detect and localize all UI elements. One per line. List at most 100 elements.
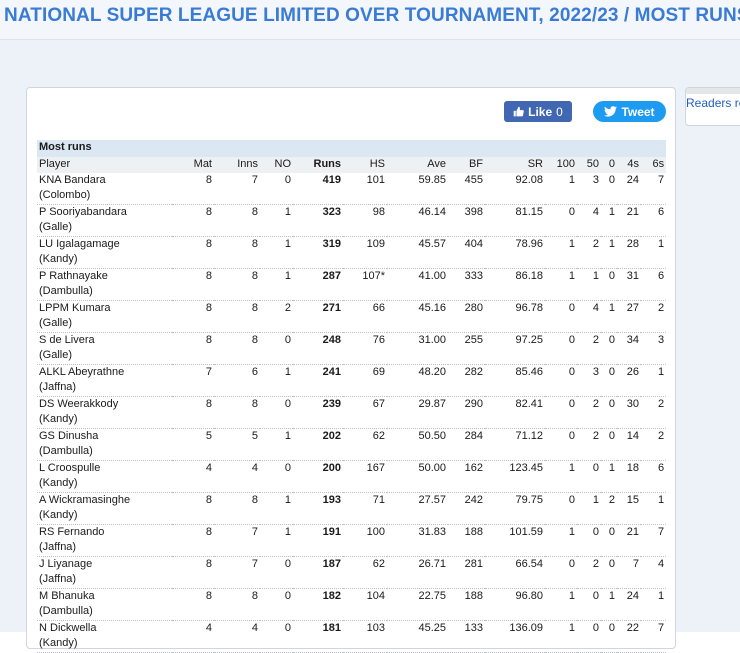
header-inns[interactable]: Inns	[214, 157, 260, 173]
header-runs[interactable]: Runs	[293, 157, 343, 173]
player-team: (Dambulla)	[39, 605, 93, 617]
stat-inns: 8	[214, 236, 260, 269]
player-cell: N Dickwella (Kandy)	[37, 620, 172, 653]
stat-fifties: 4	[577, 204, 601, 237]
header-player[interactable]: Player	[37, 157, 172, 173]
tweet-button[interactable]: Tweet	[593, 101, 666, 122]
stat-sr: 71.12	[485, 428, 545, 461]
stat-sixes: 6	[641, 268, 667, 301]
table-row: DS Weerakkody (Kandy) 8 8 0 239 67 29.87 290 82.4…	[37, 396, 667, 429]
table-row: A Wickramasinghe (Kandy) 8 8 1 193 71 27.57 242 7…	[37, 492, 667, 525]
stat-fifties: 3	[577, 173, 601, 205]
header-hs[interactable]: HS	[343, 157, 387, 173]
header-mat[interactable]: Mat	[172, 157, 214, 173]
player-name-link[interactable]: S de Livera	[39, 334, 95, 346]
stat-no: 1	[260, 524, 293, 557]
stat-no: 0	[260, 620, 293, 653]
header-100[interactable]: 100	[545, 157, 577, 173]
stat-sr: 92.08	[485, 173, 545, 205]
table-caption-row: Most runs	[37, 140, 667, 157]
player-team: (Galle)	[39, 349, 73, 361]
stat-mat: 4	[172, 620, 214, 653]
player-team: (Galle)	[39, 317, 73, 329]
stat-sixes: 7	[641, 173, 667, 205]
stat-runs: 200	[293, 460, 343, 493]
stat-hs: 167	[343, 460, 387, 493]
table-row: S de Livera (Galle) 8 8 0 248 76 31.00 255 97.25 0…	[37, 332, 667, 365]
stat-bf: 133	[448, 620, 485, 653]
stat-bf: 255	[448, 332, 485, 365]
player-name-link[interactable]: P Rathnayake	[39, 270, 108, 282]
stat-fifties: 0	[577, 620, 601, 653]
stat-inns: 8	[214, 332, 260, 365]
player-team: (Jaffna)	[39, 381, 77, 393]
header-50[interactable]: 50	[577, 157, 601, 173]
stat-sixes: 7	[641, 524, 667, 557]
player-name-link[interactable]: LU Igalagamage	[39, 238, 120, 250]
stat-no: 0	[260, 460, 293, 493]
stat-bf: 281	[448, 556, 485, 589]
player-team: (Galle)	[39, 221, 73, 233]
stat-ave: 41.00	[387, 268, 448, 301]
stat-inns: 8	[214, 204, 260, 237]
stat-hundreds: 0	[545, 332, 577, 365]
player-name-link[interactable]: RS Fernando	[39, 526, 104, 538]
stat-runs: 182	[293, 588, 343, 621]
header-sr[interactable]: SR	[485, 157, 545, 173]
facebook-like-button[interactable]: Like 0	[504, 101, 572, 122]
header-no[interactable]: NO	[260, 157, 293, 173]
stat-fifties: 4	[577, 300, 601, 333]
stat-bf: 333	[448, 268, 485, 301]
stat-fours: 31	[617, 268, 641, 301]
player-team: (Jaffna)	[39, 541, 77, 553]
stat-mat: 8	[172, 556, 214, 589]
header-bf[interactable]: BF	[448, 157, 485, 173]
stat-ducks: 0	[601, 524, 617, 557]
player-name-link[interactable]: N Dickwella	[39, 622, 96, 634]
stat-inns: 7	[214, 556, 260, 589]
stat-runs: 271	[293, 300, 343, 333]
stat-sixes: 1	[641, 492, 667, 525]
stat-ducks: 0	[601, 428, 617, 461]
player-name-link[interactable]: J Liyanage	[39, 558, 92, 570]
stat-mat: 8	[172, 268, 214, 301]
stat-sr: 82.41	[485, 396, 545, 429]
header-4s[interactable]: 4s	[617, 157, 641, 173]
stat-hundreds: 0	[545, 428, 577, 461]
stat-fours: 27	[617, 300, 641, 333]
table-row: GS Dinusha (Dambulla) 5 5 1 202 62 50.50 284 71.1…	[37, 428, 667, 461]
player-name-link[interactable]: LPPM Kumara	[39, 302, 111, 314]
stat-inns: 6	[214, 364, 260, 397]
stat-fours: 22	[617, 620, 641, 653]
player-name-link[interactable]: KNA Bandara	[39, 174, 106, 186]
stat-ducks: 1	[601, 460, 617, 493]
stat-ducks: 2	[601, 492, 617, 525]
stat-fours: 24	[617, 588, 641, 621]
player-name-link[interactable]: P Sooriyabandara	[39, 206, 127, 218]
header-6s[interactable]: 6s	[641, 157, 667, 173]
stat-sixes: 1	[641, 588, 667, 621]
stat-hundreds: 1	[545, 268, 577, 301]
stat-fifties: 2	[577, 332, 601, 365]
stat-mat: 5	[172, 428, 214, 461]
player-name-link[interactable]: M Bhanuka	[39, 590, 95, 602]
player-name-link[interactable]: ALKL Abeyrathne	[39, 366, 124, 378]
stat-mat: 8	[172, 492, 214, 525]
thumbs-up-icon	[513, 106, 524, 117]
player-name-link[interactable]: L Croospulle	[39, 462, 100, 474]
stat-sixes: 3	[641, 332, 667, 365]
table-row: J Liyanage (Jaffna) 8 7 0 187 62 26.71 281 66.54 0…	[37, 556, 667, 589]
header-0[interactable]: 0	[601, 157, 617, 173]
player-name-link[interactable]: GS Dinusha	[39, 430, 98, 442]
readers-link[interactable]: Readers re	[686, 96, 740, 110]
stat-sr: 97.25	[485, 332, 545, 365]
stat-runs: 202	[293, 428, 343, 461]
stat-ave: 50.50	[387, 428, 448, 461]
header-ave[interactable]: Ave	[387, 157, 448, 173]
player-name-link[interactable]: DS Weerakkody	[39, 398, 118, 410]
player-team: (Dambulla)	[39, 285, 93, 297]
player-name-link[interactable]: A Wickramasinghe	[39, 494, 130, 506]
stat-hundreds: 1	[545, 588, 577, 621]
stat-hs: 109	[343, 236, 387, 269]
player-cell: P Rathnayake (Dambulla)	[37, 268, 172, 301]
